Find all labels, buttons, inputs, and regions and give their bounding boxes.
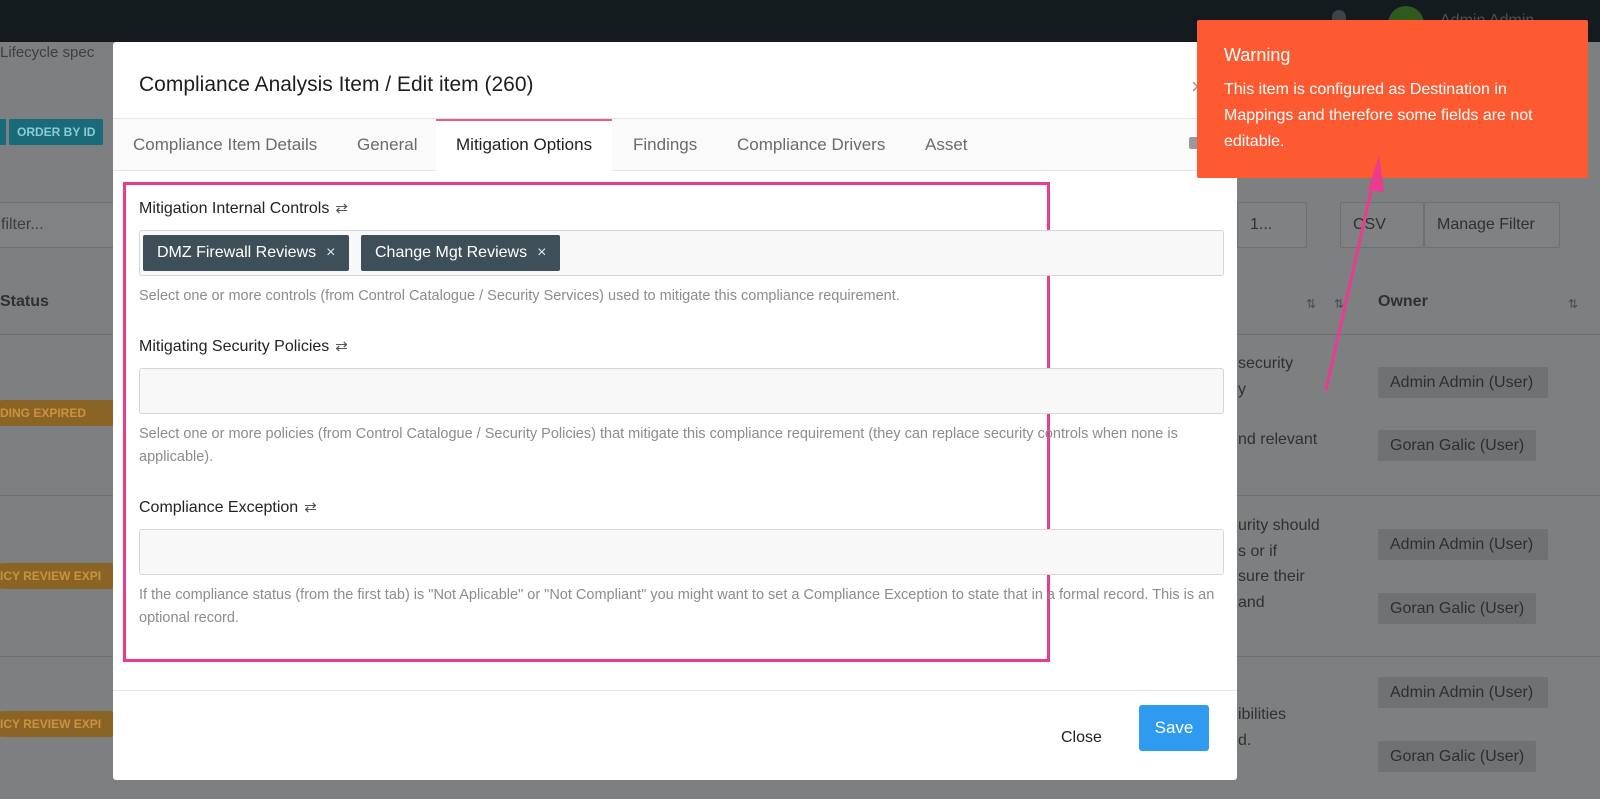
owner-chip: Admin Admin (User) <box>1378 529 1548 560</box>
tab-compliance-item-details[interactable]: Compliance Item Details <box>133 119 317 171</box>
filter-input[interactable]: filter... <box>0 202 114 248</box>
row-description: ibilities d. <box>1238 706 1287 749</box>
tag-remove-icon[interactable]: × <box>537 235 546 271</box>
sort-icon[interactable]: ⇅ <box>1306 297 1316 311</box>
tag-remove-icon[interactable]: × <box>326 235 335 271</box>
status-column-header[interactable]: Status <box>0 293 49 311</box>
sort-icon[interactable]: ⇅ <box>1568 297 1578 311</box>
warning-notification: Warning This item is configured as Desti… <box>1197 20 1588 178</box>
modal-tabs: Compliance Item Details General Mitigati… <box>113 118 1237 171</box>
control-tag: Change Mgt Reviews × <box>361 235 561 271</box>
background-small-button[interactable] <box>0 119 6 145</box>
mitigation-controls-select[interactable]: DMZ Firewall Reviews × Change Mgt Reviews… <box>139 230 1224 276</box>
controls-help-text: Select one or more controls (from Contro… <box>139 288 900 304</box>
owner-chip: Goran Galic (User) <box>1378 593 1537 624</box>
manage-filter-button[interactable]: Manage Filter <box>1424 202 1560 248</box>
policies-help-text: Select one or more policies (from Contro… <box>139 426 1178 465</box>
status-badge: ICY REVIEW EXPI <box>0 563 113 589</box>
exception-label: Compliance Exception ⇄ <box>139 499 317 516</box>
tab-findings[interactable]: Findings <box>633 119 697 171</box>
sync-icon: ⇄ <box>335 200 348 217</box>
tab-asset[interactable]: Asset <box>925 119 968 171</box>
modal-footer: Close Save <box>113 690 1237 780</box>
csv-dropdown[interactable]: CSV <box>1340 202 1424 248</box>
row-description: security y nd relevant <box>1238 355 1318 448</box>
warning-text: This item is configured as Destination i… <box>1224 81 1533 150</box>
compliance-exception-select[interactable] <box>139 529 1224 575</box>
sync-icon: ⇄ <box>335 338 348 355</box>
page-size-select[interactable]: 1... <box>1237 202 1307 248</box>
owner-chip: Goran Galic (User) <box>1378 430 1537 461</box>
tab-mitigation-options[interactable]: Mitigation Options <box>436 119 613 171</box>
owner-chip: Admin Admin (User) <box>1378 367 1548 398</box>
close-button[interactable]: Close <box>1051 715 1112 761</box>
security-policies-select[interactable] <box>139 368 1224 414</box>
breadcrumb: Lifecycle spec <box>0 44 95 61</box>
control-tag: DMZ Firewall Reviews × <box>143 235 350 271</box>
edit-item-modal: Compliance Analysis Item / Edit item (26… <box>113 42 1237 780</box>
status-badge: ICY REVIEW EXPI <box>0 711 113 737</box>
exception-help-text: If the compliance status (from the first… <box>139 587 1215 626</box>
warning-title: Warning <box>1224 45 1291 65</box>
tab-general[interactable]: General <box>357 119 417 171</box>
owner-chip: Goran Galic (User) <box>1378 741 1537 772</box>
save-button[interactable]: Save <box>1139 705 1209 751</box>
owner-column-header[interactable]: Owner <box>1378 293 1428 311</box>
sync-icon: ⇄ <box>304 499 317 516</box>
tab-compliance-drivers[interactable]: Compliance Drivers <box>737 119 885 171</box>
status-badge[interactable]: DING EXPIRED <box>0 400 113 426</box>
owner-chip: Admin Admin (User) <box>1378 677 1548 708</box>
controls-label: Mitigation Internal Controls ⇄ <box>139 200 348 217</box>
policies-label: Mitigating Security Policies ⇄ <box>139 338 348 355</box>
order-by-id-button[interactable]: ORDER BY ID <box>9 119 104 145</box>
row-description: urity should s or if sure their and <box>1238 517 1320 611</box>
modal-title: Compliance Analysis Item / Edit item (26… <box>139 73 534 96</box>
sort-icon[interactable]: ⇅ <box>1334 297 1344 311</box>
